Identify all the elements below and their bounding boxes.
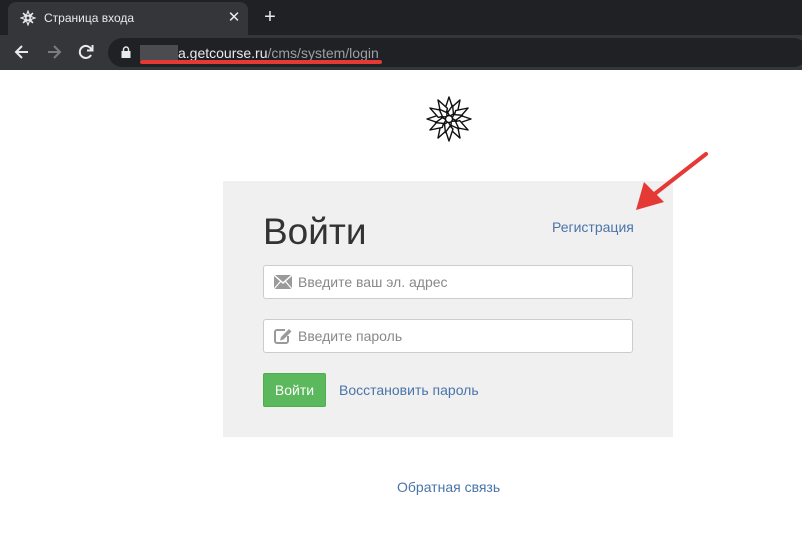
url-host: a.getcourse.ru [178,45,268,61]
page-title: Войти [263,211,367,252]
envelope-icon [273,274,293,290]
flower-logo-icon [426,96,472,142]
password-field[interactable] [263,319,633,353]
login-button[interactable]: Войти [263,373,326,407]
url-highlight-underline [140,60,382,64]
annotation-arrow-icon [636,152,708,210]
tab-close-icon[interactable]: ✕ [226,10,242,26]
back-arrow-icon[interactable] [12,42,32,62]
url-text: a.getcourse.ru/cms/system/login [178,45,379,61]
flower-favicon-icon [20,10,36,26]
register-link[interactable]: Регистрация [552,219,634,235]
browser-tab[interactable]: Страница входа ✕ [8,2,248,35]
forward-arrow-icon[interactable] [44,42,64,62]
feedback-link[interactable]: Обратная связь [397,479,500,495]
browser-tab-bar: Страница входа ✕ + [0,0,802,35]
url-path: /cms/system/login [267,45,379,61]
url-redaction [140,45,178,60]
email-field[interactable] [263,265,633,299]
lock-icon [121,46,131,58]
password-input[interactable] [298,320,628,352]
new-tab-button[interactable]: + [260,7,280,27]
reload-icon[interactable] [76,42,96,62]
restore-password-link[interactable]: Восстановить пароль [339,382,479,398]
email-input[interactable] [298,266,628,298]
login-card: Войти Регистрация Войти Восстановить пар… [223,181,673,437]
edit-icon [274,329,292,344]
browser-toolbar: a.getcourse.ru/cms/system/login [0,35,802,70]
tab-title: Страница входа [44,11,135,25]
